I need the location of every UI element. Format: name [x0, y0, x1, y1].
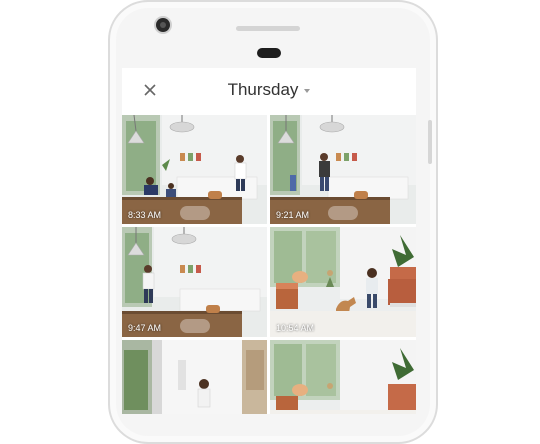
- proximity-sensor: [257, 48, 281, 58]
- page-title: Thursday: [227, 80, 299, 99]
- caret-down-icon: [304, 89, 311, 93]
- clip-thumbnail[interactable]: [270, 340, 416, 414]
- clip-time: 9:47 AM: [128, 323, 162, 333]
- front-camera-icon: [156, 18, 170, 32]
- app-header: Thursday: [122, 68, 416, 112]
- close-button[interactable]: [140, 80, 160, 100]
- day-selector[interactable]: Thursday: [228, 80, 311, 100]
- hallway-scene-image: [122, 340, 267, 414]
- play-indicator: [179, 319, 210, 333]
- clip-thumbnail[interactable]: 9:47 AM: [122, 227, 267, 337]
- power-button: [428, 120, 432, 164]
- earpiece: [236, 26, 300, 31]
- close-icon: [144, 84, 156, 96]
- clip-time: 9:21 AM: [276, 210, 310, 220]
- living-room-scene-image: [270, 227, 416, 337]
- clip-time: 10:54 AM: [276, 323, 315, 333]
- clip-thumbnail[interactable]: [122, 340, 267, 414]
- clip-thumbnail[interactable]: 8:33 AM: [122, 115, 267, 224]
- play-indicator: [179, 206, 210, 220]
- clip-thumbnail[interactable]: 10:54 AM: [270, 227, 416, 337]
- clip-time: 8:33 AM: [128, 210, 162, 220]
- clip-thumbnail[interactable]: 9:21 AM: [270, 115, 416, 224]
- living-room-scene-image: [270, 340, 416, 414]
- phone-screen: Thursday 8:33 AM 9:21 AM 9:47 AM 10:54 A…: [122, 68, 416, 414]
- play-indicator: [328, 206, 358, 220]
